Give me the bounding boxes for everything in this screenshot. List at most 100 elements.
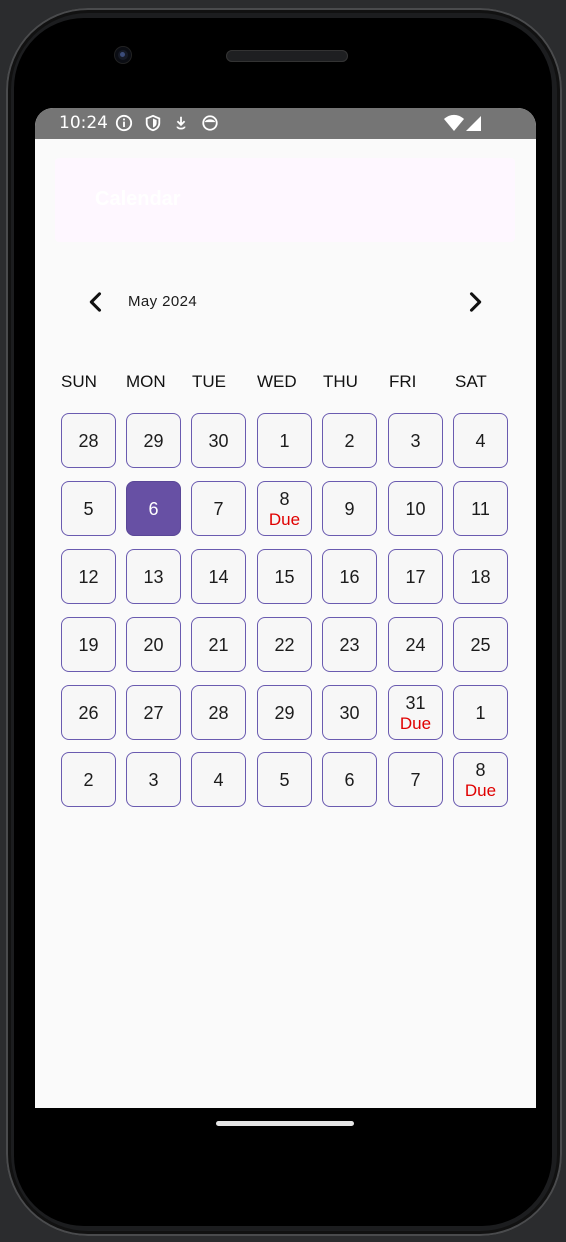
due-label: Due — [268, 509, 301, 529]
day-cell[interactable]: 31 Due — [388, 685, 443, 740]
day-cell[interactable]: 28 — [61, 413, 116, 468]
day-number: 31 — [405, 692, 426, 713]
info-icon — [115, 114, 133, 132]
chevron-right-icon[interactable] — [461, 288, 489, 316]
day-number: 7 — [213, 498, 224, 519]
download-icon — [176, 116, 186, 130]
weekday-wed: WED — [257, 372, 297, 391]
day-cell[interactable]: 9 — [322, 481, 377, 536]
day-number: 23 — [339, 634, 360, 655]
month-navigation: May 2024 — [35, 286, 536, 318]
month-label: May 2024 — [128, 293, 198, 310]
day-number: 28 — [78, 430, 99, 451]
day-number: 27 — [143, 702, 164, 723]
day-number: 2 — [344, 430, 355, 451]
day-cell[interactable]: 20 — [126, 617, 181, 672]
day-number: 18 — [470, 566, 491, 587]
day-cell[interactable]: 14 — [191, 549, 246, 604]
day-number: 9 — [344, 498, 355, 519]
day-cell[interactable]: 29 — [257, 685, 312, 740]
day-number: 2 — [83, 769, 94, 790]
day-cell[interactable]: 19 — [61, 617, 116, 672]
app-bar: Calendar — [55, 158, 515, 242]
front-camera — [115, 47, 131, 63]
day-cell[interactable]: 22 — [257, 617, 312, 672]
day-cell[interactable]: 29 — [126, 413, 181, 468]
day-number: 11 — [471, 498, 490, 519]
day-number: 7 — [410, 769, 421, 790]
day-cell[interactable]: 3 — [388, 413, 443, 468]
day-number: 30 — [208, 430, 229, 451]
day-number: 5 — [83, 498, 94, 519]
day-cell[interactable]: 7 — [191, 481, 246, 536]
day-number: 8 — [475, 759, 486, 780]
day-cell[interactable]: 30 — [191, 413, 246, 468]
day-cell[interactable]: 16 — [322, 549, 377, 604]
day-cell[interactable]: 17 — [388, 549, 443, 604]
day-number: 3 — [410, 430, 421, 451]
day-number: 29 — [143, 430, 164, 451]
weekday-thu: THU — [323, 372, 358, 391]
day-cell[interactable]: 8 Due — [453, 752, 508, 807]
status-bar: 10:24 — [35, 108, 536, 139]
app-title: Calendar — [95, 188, 181, 210]
day-cell[interactable]: 18 — [453, 549, 508, 604]
day-cell[interactable]: 7 — [388, 752, 443, 807]
day-number: 26 — [78, 702, 99, 723]
day-cell[interactable]: 11 — [453, 481, 508, 536]
day-cell[interactable]: 2 — [322, 413, 377, 468]
day-cell[interactable]: 6 — [322, 752, 377, 807]
day-cell[interactable]: 13 — [126, 549, 181, 604]
day-cell[interactable]: 5 — [257, 752, 312, 807]
earpiece-speaker — [226, 50, 348, 62]
day-cell[interactable]: 1 — [257, 413, 312, 468]
day-cell[interactable]: 27 — [126, 685, 181, 740]
day-cell[interactable]: 15 — [257, 549, 312, 604]
wifi-icon — [444, 114, 464, 131]
day-cell[interactable]: 1 — [453, 685, 508, 740]
day-cell-selected[interactable]: 6 — [126, 481, 181, 536]
day-number: 16 — [339, 566, 360, 587]
day-number: 15 — [274, 566, 295, 587]
day-cell[interactable]: 3 — [126, 752, 181, 807]
day-cell[interactable]: 28 — [191, 685, 246, 740]
day-number: 20 — [143, 634, 164, 655]
day-cell[interactable]: 26 — [61, 685, 116, 740]
chevron-left-icon[interactable] — [82, 288, 110, 316]
day-cell[interactable]: 2 — [61, 752, 116, 807]
day-number: 3 — [148, 769, 159, 790]
day-cell[interactable]: 25 — [453, 617, 508, 672]
day-number: 6 — [344, 769, 355, 790]
due-label: Due — [464, 780, 497, 800]
day-cell[interactable]: 21 — [191, 617, 246, 672]
day-number: 1 — [475, 702, 486, 723]
due-label: Due — [399, 713, 432, 733]
day-cell[interactable]: 12 — [61, 549, 116, 604]
day-number: 4 — [213, 769, 224, 790]
day-number: 12 — [78, 566, 99, 587]
day-cell[interactable]: 30 — [322, 685, 377, 740]
day-number: 13 — [143, 566, 164, 587]
day-number: 24 — [405, 634, 426, 655]
day-cell[interactable]: 10 — [388, 481, 443, 536]
day-cell[interactable]: 23 — [322, 617, 377, 672]
weekday-mon: MON — [126, 372, 166, 391]
day-number: 30 — [339, 702, 360, 723]
day-number: 6 — [148, 498, 159, 519]
day-cell[interactable]: 4 — [453, 413, 508, 468]
day-number: 29 — [274, 702, 295, 723]
home-indicator[interactable] — [216, 1121, 354, 1126]
day-cell[interactable]: 8 Due — [257, 481, 312, 536]
face-icon — [202, 115, 218, 131]
day-number: 17 — [405, 566, 426, 587]
weekday-sun: SUN — [61, 372, 97, 391]
weekday-sat: SAT — [455, 372, 487, 391]
day-cell[interactable]: 24 — [388, 617, 443, 672]
day-number: 28 — [208, 702, 229, 723]
day-number: 8 — [279, 488, 290, 509]
day-cell[interactable]: 5 — [61, 481, 116, 536]
day-number: 19 — [78, 634, 99, 655]
day-cell[interactable]: 4 — [191, 752, 246, 807]
day-number: 21 — [208, 634, 229, 655]
day-number: 22 — [274, 634, 295, 655]
